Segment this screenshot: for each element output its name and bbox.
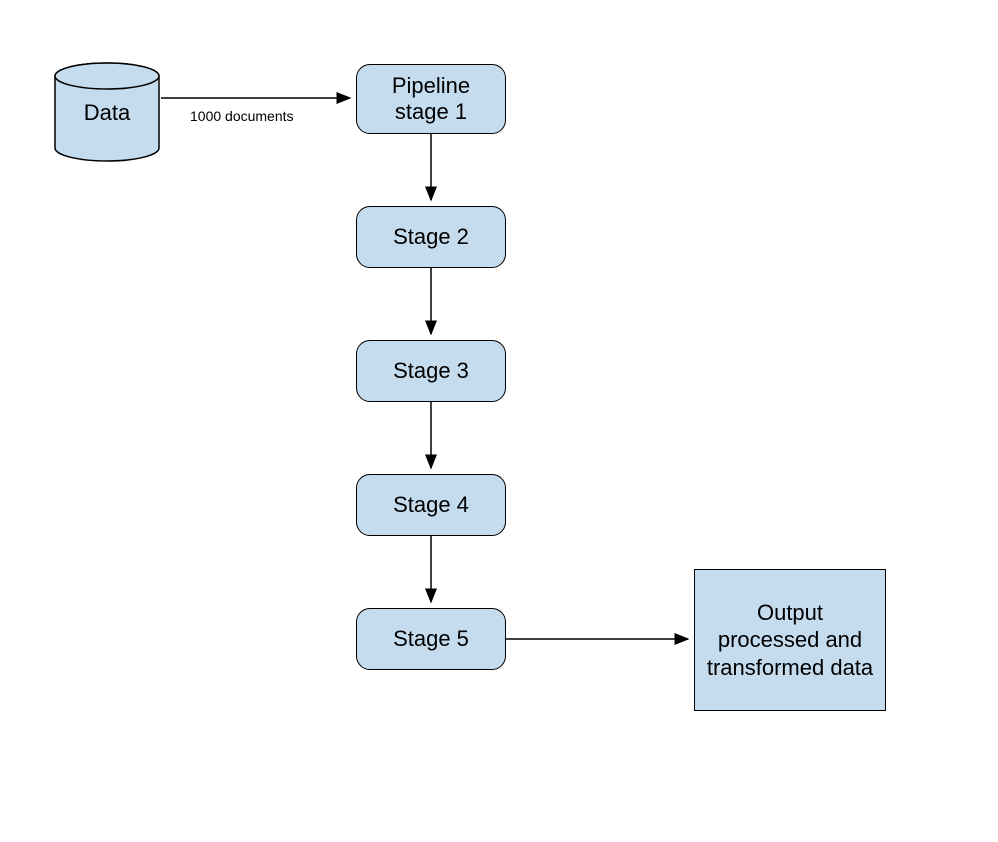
stage4-label: Stage 4	[393, 492, 469, 518]
stage1-node: Pipeline stage 1	[356, 64, 506, 134]
data-label: Data	[53, 100, 161, 126]
stage3-node: Stage 3	[356, 340, 506, 402]
stage2-node: Stage 2	[356, 206, 506, 268]
pipeline-diagram: Data Pipeline stage 1 Stage 2 Stage 3 St…	[0, 0, 998, 842]
output-node: Output processed and transformed data	[694, 569, 886, 711]
output-label: Output processed and transformed data	[705, 599, 875, 682]
stage2-label: Stage 2	[393, 224, 469, 250]
data-node: Data	[53, 62, 161, 162]
stage4-node: Stage 4	[356, 474, 506, 536]
stage3-label: Stage 3	[393, 358, 469, 384]
stage5-node: Stage 5	[356, 608, 506, 670]
edge-data-to-stage1-label: 1000 documents	[190, 108, 294, 124]
stage5-label: Stage 5	[393, 626, 469, 652]
stage1-label: Pipeline stage 1	[365, 73, 497, 126]
